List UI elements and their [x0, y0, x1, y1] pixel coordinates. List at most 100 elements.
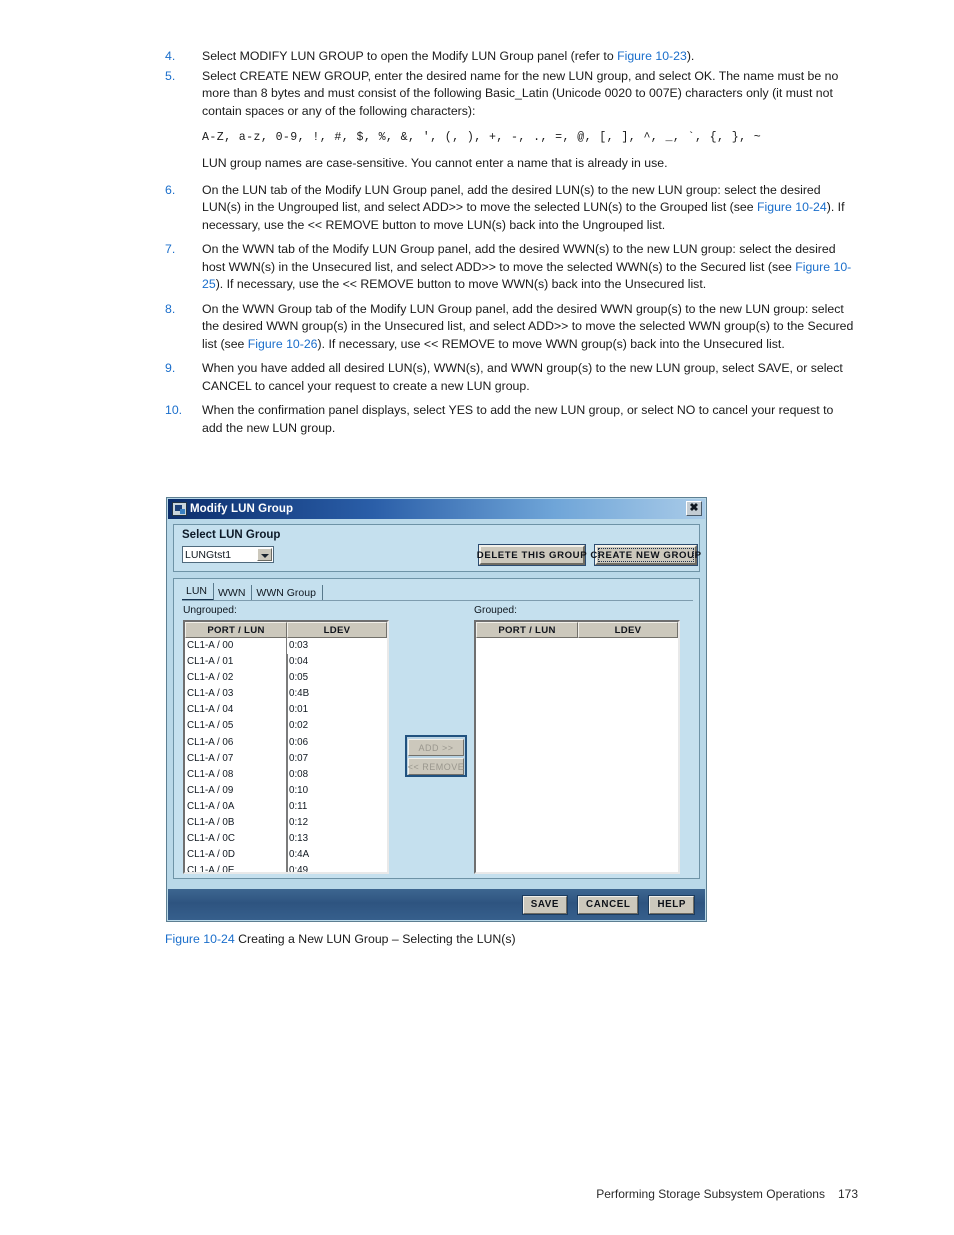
column-header-port-lun[interactable]: PORT / LUN — [476, 622, 578, 638]
cell-port-lun: CL1-A / 0D — [185, 847, 287, 864]
step-number: 5. — [165, 68, 176, 83]
chevron-down-icon[interactable] — [257, 548, 272, 561]
step-number: 8. — [165, 301, 176, 316]
cell-ldev: 0:12 — [289, 817, 309, 829]
step-item-10: 10. When the confirmation panel displays… — [165, 402, 855, 437]
select-lun-group-panel: Select LUN Group LUNGtst1 DELETE THIS GR… — [173, 524, 701, 572]
cell-port-lun: CL1-A / 0A — [185, 798, 287, 816]
grouped-list-header: PORT / LUN LDEV — [476, 622, 678, 638]
add-button[interactable]: ADD >> — [408, 739, 464, 756]
tab-wwn[interactable]: WWN — [214, 585, 253, 601]
ungrouped-list-header: PORT / LUN LDEV — [185, 622, 387, 638]
step-text-part: Select MODIFY LUN GROUP to open the Modi… — [202, 49, 618, 63]
step-item-7: 7. On the WWN tab of the Modify LUN Grou… — [165, 241, 855, 294]
ungrouped-list[interactable]: PORT / LUN LDEV CL1-A / 00 0:03 CL1-A / 01… — [183, 620, 389, 874]
step-number: 10. — [165, 403, 183, 417]
cell-ldev: 0:4A — [289, 849, 310, 861]
table-row[interactable]: CL1-A / 0E 0:49 — [185, 863, 387, 874]
create-new-group-button[interactable]: CREATE NEW GROUP — [590, 545, 701, 565]
figure-caption-title: Creating a New LUN Group – Selecting the… — [238, 932, 516, 946]
cell-port-lun: CL1-A / 01 — [185, 654, 287, 671]
table-row[interactable]: CL1-A / 07 0:07 — [185, 750, 387, 767]
footer-chapter-title: Performing Storage Subsystem Operations — [596, 1187, 825, 1201]
dialog-title: Modify LUN Group — [190, 503, 294, 515]
cell-port-lun: CL1-A / 07 — [185, 750, 287, 767]
step-text: When you have added all desired LUN(s), … — [202, 361, 843, 393]
step-text-part: On the WWN tab of the Modify LUN Group p… — [202, 242, 836, 274]
lun-group-select[interactable]: LUNGtst1 — [182, 546, 274, 563]
cell-port-lun: CL1-A / 0C — [185, 831, 287, 848]
step-text-part: ). If necessary, use the << REMOVE butto… — [215, 277, 707, 291]
table-row[interactable]: CL1-A / 06 0:06 — [185, 734, 387, 751]
column-header-ldev[interactable]: LDEV — [287, 622, 387, 638]
column-header-ldev[interactable]: LDEV — [578, 622, 678, 638]
case-sensitive-note: LUN group names are case-sensitive. You … — [202, 156, 668, 170]
table-row[interactable]: CL1-A / 03 0:4B — [185, 686, 387, 703]
table-row[interactable]: CL1-A / 0A 0:11 — [185, 798, 387, 816]
figure-link-10-24[interactable]: Figure 10-24 — [757, 200, 827, 214]
tab-wwn-group[interactable]: WWN Group — [252, 585, 323, 601]
grouped-caption: Grouped: — [474, 605, 517, 616]
table-row[interactable]: CL1-A / 05 0:02 — [185, 718, 387, 735]
step-text: When the confirmation panel displays, se… — [202, 403, 834, 435]
dialog-titlebar: Modify LUN Group ✖ — [168, 499, 705, 519]
step-text-part: ). — [686, 49, 695, 63]
cell-port-lun: CL1-A / 08 — [185, 766, 287, 783]
cell-ldev: 0:07 — [289, 752, 309, 764]
lun-group-select-value: LUNGtst1 — [185, 548, 232, 561]
step-item-5: 5. Select CREATE NEW GROUP, enter the de… — [165, 68, 855, 175]
cell-ldev: 0:02 — [289, 720, 309, 732]
step-text: On the LUN tab of the Modify LUN Group p… — [202, 182, 855, 235]
cell-ldev: 0:04 — [289, 656, 309, 668]
step-number: 4. — [165, 49, 176, 63]
figure-caption: Figure 10-24 Creating a New LUN Group – … — [165, 932, 516, 946]
table-row[interactable]: CL1-A / 04 0:01 — [185, 702, 387, 719]
cell-ldev: 0:06 — [289, 736, 309, 748]
cell-ldev: 0:05 — [289, 672, 309, 684]
table-row[interactable]: CL1-A / 01 0:04 — [185, 654, 387, 671]
table-row[interactable]: CL1-A / 0D 0:4A — [185, 847, 387, 864]
table-row[interactable]: CL1-A / 09 0:10 — [185, 782, 387, 799]
close-icon[interactable]: ✖ — [686, 501, 702, 516]
cell-ldev: 0:08 — [289, 768, 309, 780]
table-row[interactable]: CL1-A / 0C 0:13 — [185, 831, 387, 848]
help-button[interactable]: HELP — [649, 895, 694, 914]
cancel-button[interactable]: CANCEL — [578, 895, 639, 914]
step-item-6: 6. On the LUN tab of the Modify LUN Grou… — [165, 182, 855, 235]
modify-lun-group-dialog-screenshot: Modify LUN Group ✖ Select LUN Group LUNG… — [166, 497, 707, 922]
step-item-4: 4. Select MODIFY LUN GROUP to open the M… — [165, 48, 855, 66]
table-row[interactable]: CL1-A / 00 0:03 — [185, 638, 387, 655]
transfer-button-group: ADD >> << REMOVE — [405, 735, 467, 777]
cell-port-lun: CL1-A / 05 — [185, 718, 287, 735]
tab-divider — [182, 600, 693, 601]
tab-bar: LUN WWN WWN Group — [182, 583, 323, 601]
cell-ldev: 0:13 — [289, 833, 309, 845]
column-header-port-lun[interactable]: PORT / LUN — [185, 622, 287, 638]
select-lun-group-label: Select LUN Group — [182, 529, 281, 541]
cell-ldev: 0:03 — [289, 640, 309, 651]
figure-link-10-26[interactable]: Figure 10-26 — [248, 337, 318, 351]
page-footer: Performing Storage Subsystem Operations 1… — [0, 1187, 954, 1201]
ungrouped-caption: Ungrouped: — [183, 605, 237, 616]
save-button[interactable]: SAVE — [522, 895, 568, 914]
step-number: 6. — [165, 182, 176, 197]
cell-ldev: 0:49 — [289, 865, 309, 874]
remove-button[interactable]: << REMOVE — [408, 758, 464, 775]
grouped-list[interactable]: PORT / LUN LDEV — [474, 620, 680, 874]
tab-lun[interactable]: LUN — [182, 583, 215, 601]
step-text-part: On the LUN tab of the Modify LUN Group p… — [202, 182, 821, 215]
figure-number[interactable]: Figure 10-24 — [165, 932, 235, 946]
table-row[interactable]: CL1-A / 08 0:08 — [185, 766, 387, 783]
cell-port-lun: CL1-A / 0E — [185, 863, 287, 872]
cell-ldev: 0:10 — [289, 784, 309, 796]
allowed-characters-list: A-Z, a-z, 0-9, !, #, $, %, &, ', (, ), +… — [202, 131, 762, 144]
figure-link-10-23[interactable]: Figure 10-23 — [617, 49, 687, 63]
table-row[interactable]: CL1-A / 02 0:05 — [185, 670, 387, 687]
delete-this-group-button[interactable]: DELETE THIS GROUP — [477, 545, 587, 565]
table-row[interactable]: CL1-A / 0B 0:12 — [185, 815, 387, 832]
step-text: Select CREATE NEW GROUP, enter the desir… — [202, 68, 855, 175]
cell-port-lun: CL1-A / 00 — [185, 638, 287, 655]
step-number: 7. — [165, 242, 176, 256]
cell-port-lun: CL1-A / 04 — [185, 702, 287, 719]
footer-page-number: 173 — [837, 1187, 858, 1201]
